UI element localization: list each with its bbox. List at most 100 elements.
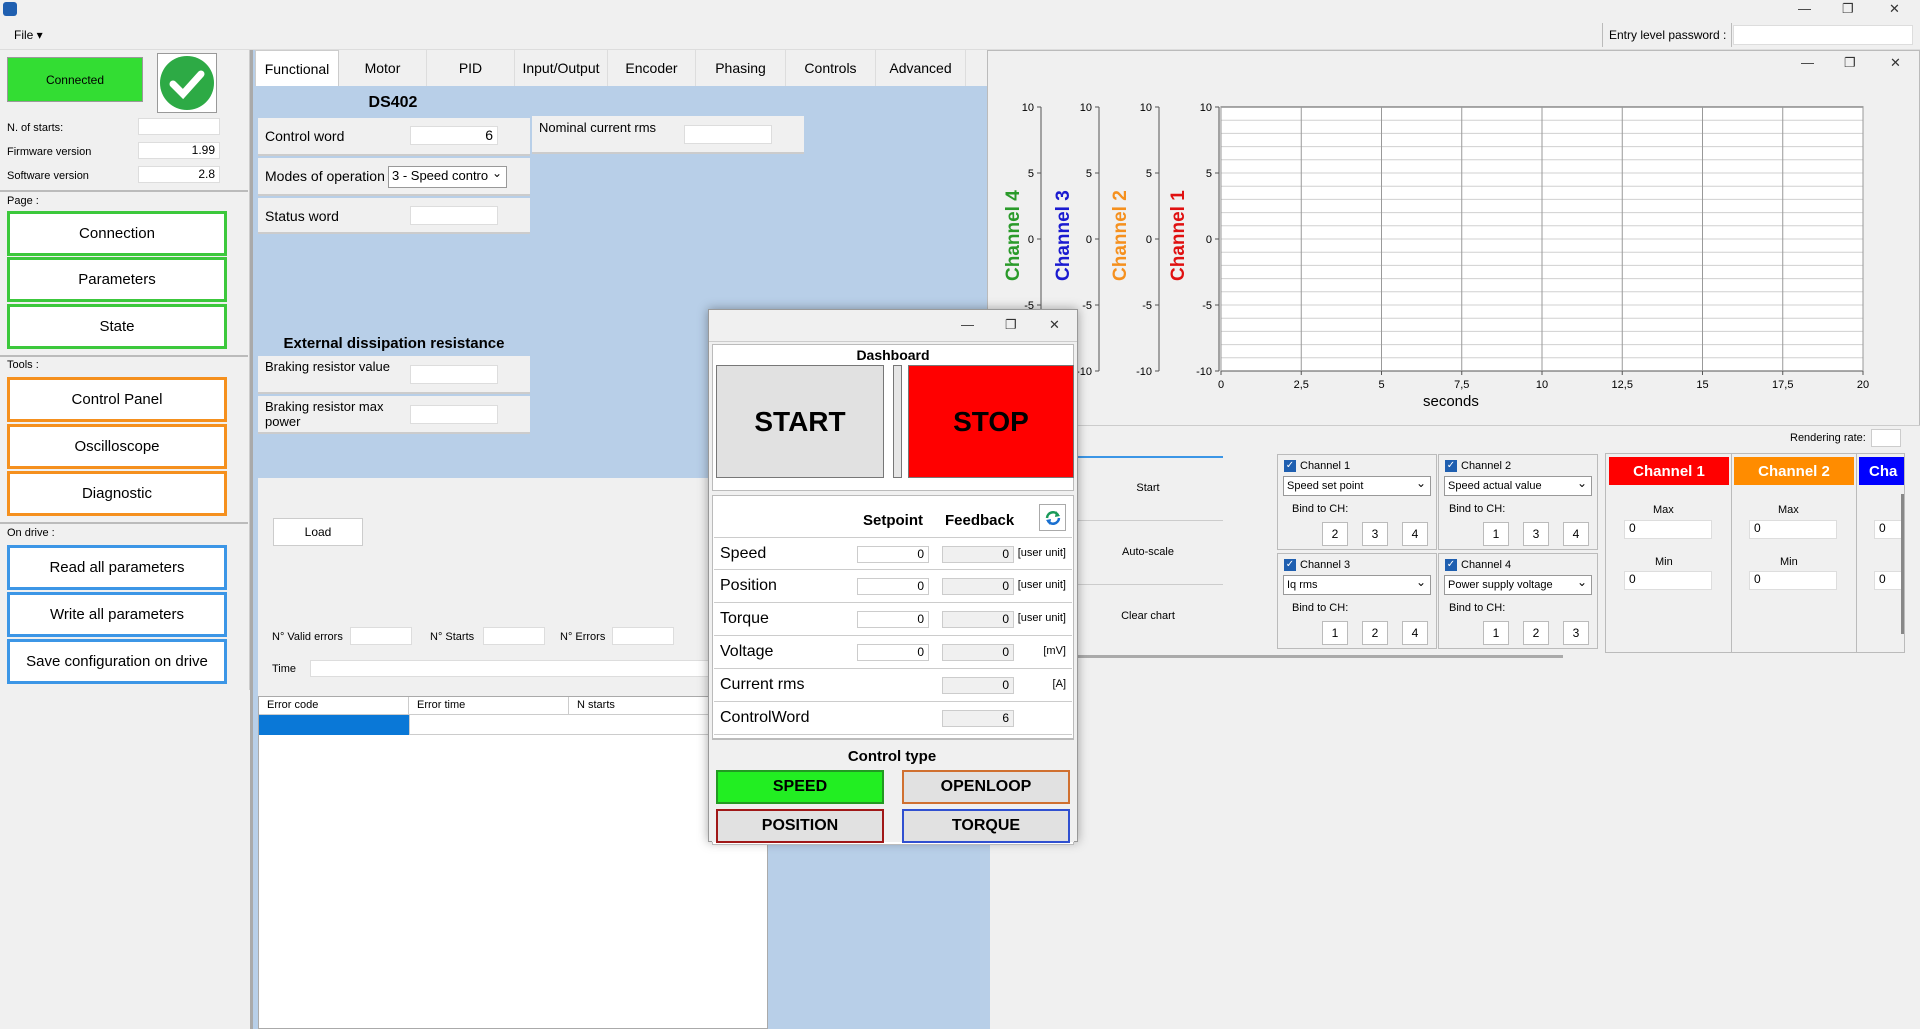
y-tick-label: 5 <box>1086 168 1092 180</box>
speed-mode-button[interactable]: SPEED <box>716 770 884 804</box>
voltage-unit: [mV] <box>1043 645 1066 657</box>
horizontal-scrollbar[interactable] <box>1073 655 1563 658</box>
channel-1-signal-select[interactable]: Speed set point <box>1283 474 1431 496</box>
tab-input-output[interactable]: Input/Output <box>515 50 608 86</box>
start-button[interactable]: Start <box>1073 456 1223 518</box>
current-rms-unit: [A] <box>1052 678 1066 690</box>
controlword-feedback-value: 6 <box>942 710 1014 727</box>
position-mode-button[interactable]: POSITION <box>716 809 884 843</box>
channel-4-checkbox[interactable]: ✓ <box>1445 559 1457 571</box>
bind-ch-button[interactable]: 3 <box>1563 621 1589 645</box>
status-word-label: Status word <box>265 208 339 224</box>
channel-1-min-input[interactable]: 0 <box>1624 571 1712 590</box>
autoscale-button[interactable]: Auto-scale <box>1073 520 1223 582</box>
error-table: Error code Error time N starts <box>258 696 769 1029</box>
control-panel-button[interactable]: Control Panel <box>7 377 227 422</box>
password-input[interactable] <box>1733 25 1913 45</box>
channel-2-max-input[interactable]: 0 <box>1749 520 1837 539</box>
bind-ch-button[interactable]: 4 <box>1402 522 1428 546</box>
position-setpoint-input[interactable]: 0 <box>857 578 929 595</box>
x-tick-label: 0 <box>1218 379 1224 391</box>
read-all-parameters-button[interactable]: Read all parameters <box>7 545 227 590</box>
y-tick-label: 5 <box>1146 168 1152 180</box>
y-tick-label: -5 <box>1202 300 1212 312</box>
col-error-time[interactable]: Error time <box>409 697 569 715</box>
tab-pid[interactable]: PID <box>427 50 515 86</box>
control-word-input[interactable]: 6 <box>410 126 498 145</box>
x-tick-label: 10 <box>1536 379 1548 391</box>
connection-button[interactable]: Connection <box>7 211 227 256</box>
bind-ch-button[interactable]: 2 <box>1322 522 1348 546</box>
y-tick-label: 0 <box>1206 234 1212 246</box>
braking-power-input[interactable] <box>410 405 498 424</box>
braking-value-input[interactable] <box>410 365 498 384</box>
errors-count-label: N° Errors <box>560 631 606 643</box>
tab-encoder[interactable]: Encoder <box>608 50 696 86</box>
bind-ch-button[interactable]: 2 <box>1523 621 1549 645</box>
y-tick-label: -10 <box>1076 366 1092 378</box>
voltage-setpoint-input[interactable]: 0 <box>857 644 929 661</box>
tab-phasing[interactable]: Phasing <box>696 50 786 86</box>
tab-controls[interactable]: Controls <box>786 50 876 86</box>
bind-ch-button[interactable]: 2 <box>1362 621 1388 645</box>
nominal-current-input[interactable] <box>684 125 772 144</box>
channel-4-axis-label: Channel 4 <box>1003 190 1024 281</box>
restore-icon[interactable]: ❐ <box>1842 1 1854 17</box>
torque-mode-button[interactable]: TORQUE <box>902 809 1070 843</box>
bind-ch-button[interactable]: 1 <box>1483 621 1509 645</box>
col-error-code[interactable]: Error code <box>259 697 409 715</box>
channel-3-checkbox[interactable]: ✓ <box>1284 559 1296 571</box>
x-tick-label: 20 <box>1857 379 1869 391</box>
position-label: Position <box>720 577 777 594</box>
channel-1-max-input[interactable]: 0 <box>1624 520 1712 539</box>
vertical-scrollbar[interactable] <box>1901 494 1904 634</box>
dissipation-title: External dissipation resistance <box>283 335 505 352</box>
drive-section-label: On drive : <box>7 527 55 539</box>
close-icon[interactable]: ✕ <box>1049 317 1060 333</box>
close-icon[interactable]: ✕ <box>1889 1 1900 17</box>
channel-2-signal-select[interactable]: Speed actual value <box>1444 474 1592 496</box>
refresh-button[interactable] <box>1039 504 1066 531</box>
file-menu[interactable]: File ▾ <box>14 28 43 42</box>
torque-setpoint-input[interactable]: 0 <box>857 611 929 628</box>
save-configuration-button[interactable]: Save configuration on drive <box>7 639 227 684</box>
tab-functional[interactable]: Functional <box>255 50 339 86</box>
x-tick-label: 7,5 <box>1454 379 1469 391</box>
diagnostic-button[interactable]: Diagnostic <box>7 471 227 516</box>
minimize-icon[interactable]: — <box>961 317 974 332</box>
bind-ch-button[interactable]: 1 <box>1483 522 1509 546</box>
load-button[interactable]: Load <box>273 518 363 546</box>
bind-ch-button[interactable]: 3 <box>1362 522 1388 546</box>
stop-button[interactable]: STOP <box>908 365 1074 478</box>
divider <box>0 522 248 524</box>
status-word-field <box>410 206 498 225</box>
state-button[interactable]: State <box>7 304 227 349</box>
minimize-icon[interactable]: — <box>1798 1 1811 16</box>
bind-ch-button[interactable]: 4 <box>1402 621 1428 645</box>
divider <box>1602 23 1603 47</box>
channel-3-name: Channel 3 <box>1300 559 1351 571</box>
channel-1-checkbox[interactable]: ✓ <box>1284 460 1296 472</box>
channel-2-checkbox[interactable]: ✓ <box>1445 460 1457 472</box>
channel-3-signal-select[interactable]: Iq rms <box>1283 573 1431 595</box>
bind-ch-button[interactable]: 4 <box>1563 522 1589 546</box>
rendering-rate-input[interactable] <box>1871 429 1901 447</box>
control-type-title: Control type <box>847 748 937 765</box>
start-button[interactable]: START <box>716 365 884 478</box>
channel-4-signal-select[interactable]: Power supply voltage <box>1444 573 1592 595</box>
oscilloscope-button[interactable]: Oscilloscope <box>7 424 227 469</box>
bind-ch-button[interactable]: 3 <box>1523 522 1549 546</box>
table-row[interactable] <box>259 715 409 735</box>
voltage-row: Voltage 0 0 [mV] <box>714 636 1072 669</box>
speed-setpoint-input[interactable]: 0 <box>857 546 929 563</box>
bind-ch-button[interactable]: 1 <box>1322 621 1348 645</box>
restore-icon[interactable]: ❐ <box>1005 317 1017 333</box>
parameters-button[interactable]: Parameters <box>7 257 227 302</box>
tab-motor[interactable]: Motor <box>339 50 427 86</box>
modes-select[interactable]: 3 - Speed contro <box>388 166 507 188</box>
channel-2-min-input[interactable]: 0 <box>1749 571 1837 590</box>
openloop-mode-button[interactable]: OPENLOOP <box>902 770 1070 804</box>
tab-advanced[interactable]: Advanced <box>876 50 966 86</box>
write-all-parameters-button[interactable]: Write all parameters <box>7 592 227 637</box>
clear-chart-button[interactable]: Clear chart <box>1073 584 1223 646</box>
